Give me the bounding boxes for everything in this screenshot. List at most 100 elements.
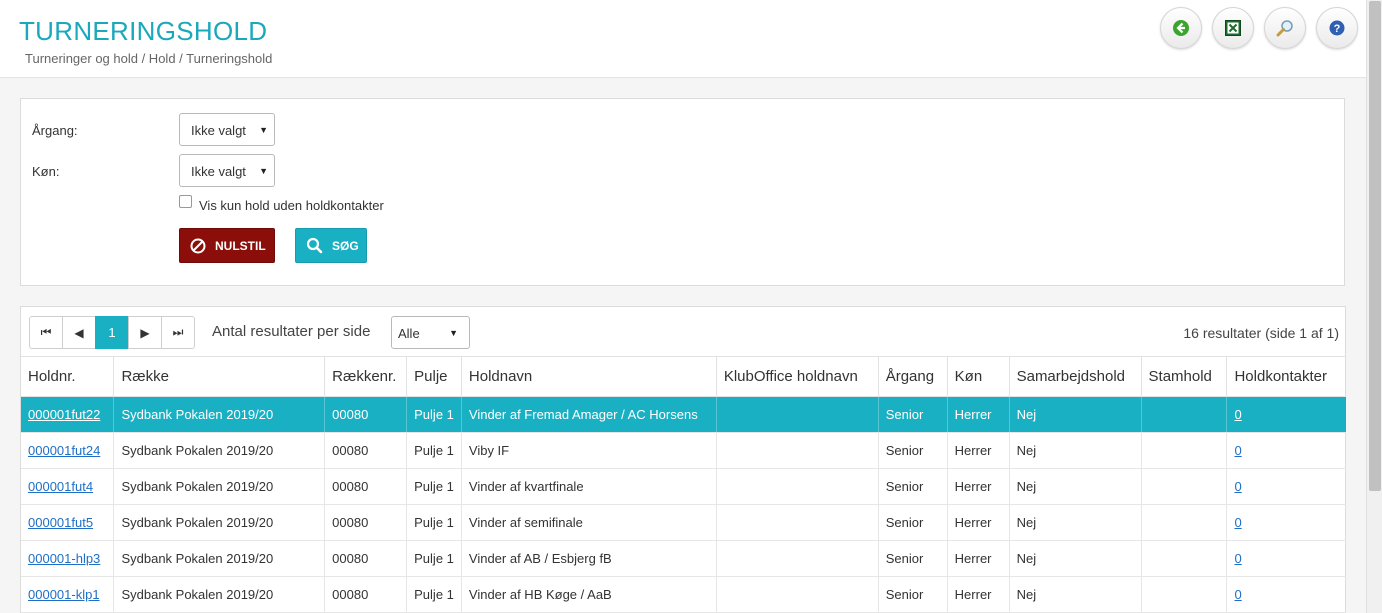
no-contacts-label[interactable]: Vis kun hold uden holdkontakter: [199, 198, 384, 213]
pagination: ⏮ ◀ 1 ▶ ⏭: [29, 316, 195, 349]
team-number-link[interactable]: 000001fut22: [28, 407, 100, 422]
cell-raekkenr: 00080: [324, 504, 408, 541]
chevron-down-icon: ▼: [259, 125, 268, 135]
per-page-label: Antal resultater per side: [212, 323, 371, 340]
table-row[interactable]: 000001fut22 Sydbank Pokalen 2019/20 00080 P…: [21, 396, 1346, 433]
cell-kontakter: 0: [1226, 504, 1346, 541]
contacts-link[interactable]: 0: [1234, 587, 1241, 602]
cell-samarbejd: Nej: [1009, 540, 1142, 577]
result-count: 16 resultater (side 1 af 1): [1183, 325, 1339, 341]
cell-samarbejd: Nej: [1009, 396, 1142, 433]
cell-pulje: Pulje 1: [406, 504, 462, 541]
cell-kontakter: 0: [1226, 432, 1346, 469]
cell-pulje: Pulje 1: [406, 576, 462, 613]
next-page-button[interactable]: ▶: [128, 316, 162, 349]
cell-holdnr: 000001fut22: [21, 396, 115, 433]
team-number-link[interactable]: 000001fut4: [28, 479, 93, 494]
cell-raekkenr: 00080: [324, 432, 408, 469]
contacts-link[interactable]: 0: [1234, 515, 1241, 530]
column-header-stamhold[interactable]: Stamhold: [1141, 356, 1228, 397]
year-select-value: Ikke valgt: [191, 123, 246, 138]
page-scrollbar[interactable]: [1366, 0, 1382, 613]
table-row[interactable]: 000001fut4 Sydbank Pokalen 2019/20 00080 Pu…: [21, 468, 1346, 505]
no-contacts-checkbox[interactable]: [179, 195, 192, 208]
page-title: TURNERINGSHOLD: [19, 16, 268, 46]
per-page-value: Alle: [398, 326, 420, 341]
chevron-down-icon: ▼: [449, 328, 458, 338]
cell-stamhold: [1141, 396, 1228, 433]
scrollbar-thumb[interactable]: [1369, 1, 1381, 491]
cell-holdnavn: Vinder af semifinale: [461, 504, 717, 541]
first-page-icon: ⏮: [40, 325, 52, 339]
back-button[interactable]: [1160, 7, 1202, 49]
per-page-select[interactable]: Alle ▼: [391, 316, 470, 349]
table-row[interactable]: 000001fut24 Sydbank Pokalen 2019/20 00080 P…: [21, 432, 1346, 469]
cell-koen: Herrer: [947, 576, 1010, 613]
team-number-link[interactable]: 000001-klp1: [28, 587, 100, 602]
svg-text:?: ?: [1334, 23, 1341, 35]
cell-holdnr: 000001-hlp3: [21, 540, 115, 577]
contacts-link[interactable]: 0: [1234, 407, 1241, 422]
column-header-raekke[interactable]: Række: [113, 356, 326, 397]
cell-pulje: Pulje 1: [406, 540, 462, 577]
toolbar: ?: [1160, 7, 1358, 49]
column-header-holdnr[interactable]: Holdnr.: [21, 356, 115, 397]
cell-samarbejd: Nej: [1009, 432, 1142, 469]
reset-button[interactable]: NULSTIL: [179, 228, 275, 263]
magnifier-icon: [1276, 20, 1293, 37]
cell-raekkenr: 00080: [324, 540, 408, 577]
excel-icon: [1225, 20, 1241, 36]
column-header-kontakter[interactable]: Holdkontakter: [1226, 356, 1346, 397]
breadcrumb: Turneringer og hold / Hold / Turneringsh…: [25, 51, 273, 66]
cell-raekke: Sydbank Pokalen 2019/20: [113, 504, 326, 541]
cell-kontakter: 0: [1226, 576, 1346, 613]
prev-page-button[interactable]: ◀: [62, 316, 96, 349]
cell-klub: [716, 576, 879, 613]
cell-stamhold: [1141, 504, 1228, 541]
year-select[interactable]: Ikke valgt ▼: [179, 113, 275, 146]
table-row[interactable]: 000001fut5 Sydbank Pokalen 2019/20 00080 Pu…: [21, 504, 1346, 541]
cell-koen: Herrer: [947, 432, 1010, 469]
results-table: Holdnr. Række Rækkenr. Pulje Holdnavn KlubOff…: [21, 356, 1346, 613]
cell-kontakter: 0: [1226, 468, 1346, 505]
cell-holdnr: 000001-klp1: [21, 576, 115, 613]
cell-raekke: Sydbank Pokalen 2019/20: [113, 468, 326, 505]
column-header-koen[interactable]: Køn: [947, 356, 1010, 397]
excel-export-button[interactable]: [1212, 7, 1254, 49]
column-header-aargang[interactable]: Årgang: [878, 356, 948, 397]
column-header-pulje[interactable]: Pulje: [406, 356, 462, 397]
cell-holdnr: 000001fut4: [21, 468, 115, 505]
search-tool-button[interactable]: [1264, 7, 1306, 49]
search-button[interactable]: SØG: [295, 228, 367, 263]
cell-holdnavn: Vinder af kvartfinale: [461, 468, 717, 505]
filter-panel: Årgang: Ikke valgt ▼ Køn: Ikke valgt ▼ V…: [20, 98, 1345, 286]
column-header-samarbejd[interactable]: Samarbejdshold: [1009, 356, 1142, 397]
table-row[interactable]: 000001-klp1 Sydbank Pokalen 2019/20 00080 P…: [21, 576, 1346, 613]
gender-select-value: Ikke valgt: [191, 164, 246, 179]
cell-klub: [716, 432, 879, 469]
gender-select[interactable]: Ikke valgt ▼: [179, 154, 275, 187]
cell-koen: Herrer: [947, 540, 1010, 577]
contacts-link[interactable]: 0: [1234, 551, 1241, 566]
column-header-holdnavn[interactable]: Holdnavn: [461, 356, 717, 397]
cell-samarbejd: Nej: [1009, 468, 1142, 505]
page-1-button[interactable]: 1: [95, 316, 129, 349]
contacts-link[interactable]: 0: [1234, 479, 1241, 494]
column-header-raekkenr[interactable]: Rækkenr.: [324, 356, 408, 397]
first-page-button[interactable]: ⏮: [29, 316, 63, 349]
cell-aargang: Senior: [878, 504, 948, 541]
cell-koen: Herrer: [947, 396, 1010, 433]
cell-holdnavn: Vinder af HB Køge / AaB: [461, 576, 717, 613]
table-row[interactable]: 000001-hlp3 Sydbank Pokalen 2019/20 00080 P…: [21, 540, 1346, 577]
team-number-link[interactable]: 000001fut24: [28, 443, 100, 458]
team-number-link[interactable]: 000001-hlp3: [28, 551, 100, 566]
contacts-link[interactable]: 0: [1234, 443, 1241, 458]
cell-aargang: Senior: [878, 396, 948, 433]
back-arrow-icon: [1173, 20, 1189, 36]
cell-holdnavn: Vinder af AB / Esbjerg fB: [461, 540, 717, 577]
team-number-link[interactable]: 000001fut5: [28, 515, 93, 530]
help-button[interactable]: ?: [1316, 7, 1358, 49]
cell-raekke: Sydbank Pokalen 2019/20: [113, 576, 326, 613]
last-page-button[interactable]: ⏭: [161, 316, 195, 349]
column-header-klub[interactable]: KlubOffice holdnavn: [716, 356, 879, 397]
